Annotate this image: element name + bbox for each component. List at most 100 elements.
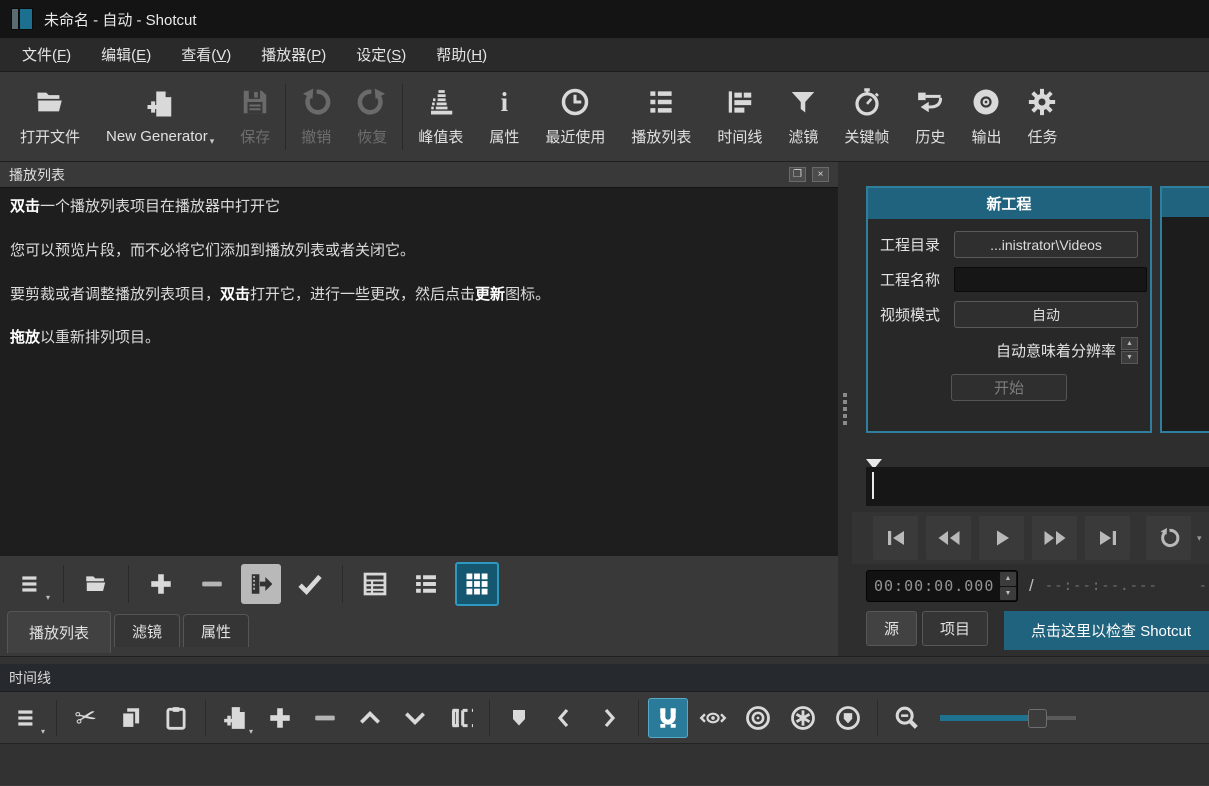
playlist-panel-title: 播放列表 (9, 165, 65, 185)
tab-source[interactable]: 源 (866, 611, 917, 646)
close-panel-icon[interactable]: × (812, 167, 829, 182)
zoom-slider-handle[interactable] (1028, 709, 1047, 728)
snap-button[interactable] (648, 698, 688, 738)
cut-button[interactable]: ✂ (66, 698, 106, 738)
export-button[interactable]: 输出 (958, 77, 1014, 157)
playlist-remove-button[interactable] (190, 563, 234, 605)
undo-button[interactable]: 撤销 (288, 77, 344, 157)
timeline-remove-button[interactable] (305, 698, 345, 738)
undo-label: 撤销 (301, 126, 331, 147)
fast-forward-button[interactable] (1032, 516, 1077, 560)
timeline-panel-header: 时间线 (0, 664, 1209, 691)
menu-item[interactable]: 编辑(E) (86, 39, 166, 70)
grid-view-button[interactable] (455, 562, 499, 606)
menu-item[interactable]: 播放器(P) (246, 39, 341, 70)
playlist-apply-button[interactable] (288, 563, 332, 605)
update-notification-button[interactable]: 点击这里以检查 Shotcut (1004, 611, 1209, 650)
timeline-toggle-button[interactable]: 时间线 (704, 77, 775, 157)
playlist-open-button[interactable] (74, 563, 118, 605)
ripple-markers-button[interactable] (828, 698, 868, 738)
timeline-zoom-slider[interactable] (940, 698, 1076, 738)
paste-button[interactable] (156, 698, 196, 738)
next-marker-button[interactable] (589, 698, 629, 738)
recent-button[interactable]: 最近使用 (532, 77, 618, 157)
menu-item[interactable]: 设定(S) (341, 39, 421, 70)
menu-item[interactable]: 文件(F) (7, 39, 86, 70)
save-button[interactable]: 保存 (227, 77, 283, 157)
menu-item[interactable]: 查看(V) (166, 39, 246, 70)
lift-button[interactable] (350, 698, 390, 738)
video-mode-button[interactable]: 自动 (954, 301, 1138, 328)
new-project-panel: 新工程 工程目录 ...inistrator\Videos 工程名称 视频模式 … (866, 186, 1152, 433)
zoom-out-button[interactable] (887, 698, 927, 738)
spin-down-icon[interactable]: ▼ (1121, 351, 1138, 364)
playlist-update-button[interactable] (241, 564, 281, 604)
menu-item[interactable]: 帮助(H) (421, 39, 502, 70)
marker-button[interactable] (499, 698, 539, 738)
copy-button[interactable] (111, 698, 151, 738)
overwrite-button[interactable] (395, 698, 435, 738)
status-bar (0, 743, 1209, 785)
history-button[interactable]: 历史 (902, 77, 958, 157)
loop-dropdown-caret-icon[interactable]: ▾ (1197, 533, 1202, 544)
project-folder-button[interactable]: ...inistrator\Videos (954, 231, 1138, 258)
timecode-spinbox[interactable]: 00:00:00.000 ▲▼ (866, 570, 1018, 602)
loop-button[interactable] (1146, 516, 1191, 560)
rewind-button[interactable] (926, 516, 971, 560)
tab-filters[interactable]: 滤镜 (114, 614, 180, 647)
previous-marker-button[interactable] (544, 698, 584, 738)
project-name-input[interactable] (954, 267, 1147, 292)
new-generator-button[interactable]: New Generator▾ (93, 77, 227, 157)
tab-playlist[interactable]: 播放列表 (7, 611, 111, 653)
timeline-menu-button[interactable]: ▾ (7, 698, 47, 738)
play-button[interactable] (979, 516, 1024, 560)
scrub-bar[interactable] (866, 467, 1209, 506)
project-folder-label: 工程目录 (880, 234, 946, 255)
append-button[interactable]: ▾ (215, 698, 255, 738)
peak-meter-icon (426, 86, 456, 118)
spin-up-icon[interactable]: ▲ (1121, 337, 1138, 350)
new-project-title: 新工程 (868, 188, 1150, 219)
scrub-area[interactable] (852, 458, 1209, 512)
keyframes-button[interactable]: 关键帧 (831, 77, 902, 157)
dock-gap (0, 656, 1209, 664)
timeline-label: 时间线 (717, 126, 762, 147)
ripple-button[interactable] (738, 698, 778, 738)
skip-previous-button[interactable] (873, 516, 918, 560)
list-view-button[interactable] (404, 563, 448, 605)
timecode-spinner[interactable]: ▲▼ (999, 571, 1017, 601)
current-timecode[interactable]: 00:00:00.000 (867, 577, 999, 595)
panel-splitter[interactable] (838, 162, 852, 656)
tab-properties[interactable]: 属性 (183, 614, 249, 647)
start-button[interactable]: 开始 (951, 374, 1067, 401)
resolution-spinner[interactable]: ▲▼ (1121, 337, 1138, 364)
jobs-button[interactable]: 任务 (1014, 77, 1070, 157)
toolbar-separator (63, 565, 64, 603)
spin-down-icon[interactable]: ▼ (1000, 587, 1016, 601)
timecode-row: 00:00:00.000 ▲▼ / --:--:--.--- - (852, 564, 1209, 608)
main-toolbar: 打开文件 New Generator▾ 保存 撤销 恢复 峰值表 i 属性 (0, 72, 1209, 162)
redo-button[interactable]: 恢复 (344, 77, 400, 157)
tab-project[interactable]: 项目 (922, 611, 988, 646)
playlist-label: 播放列表 (631, 126, 691, 147)
playlist-menu-button[interactable]: ▾ (9, 563, 53, 605)
peak-meter-button[interactable]: 峰值表 (405, 77, 476, 157)
toolbar-separator (56, 700, 57, 736)
scrub-while-dragging-button[interactable] (693, 698, 733, 738)
skip-next-button[interactable] (1085, 516, 1130, 560)
timeline-add-button[interactable] (260, 698, 300, 738)
playlist-panel-header: 播放列表 ❐ × (0, 162, 838, 187)
spin-up-icon[interactable]: ▲ (1000, 572, 1016, 586)
filters-button[interactable]: 滤镜 (775, 77, 831, 157)
playlist-add-button[interactable] (139, 563, 183, 605)
playlist-hint: 要剪裁或者调整播放列表项目，双击打开它，进行一些更改，然后点击更新图标。 (10, 284, 828, 306)
float-panel-icon[interactable]: ❐ (789, 167, 806, 182)
jobs-icon (1027, 86, 1057, 118)
open-file-button[interactable]: 打开文件 (7, 77, 93, 157)
playlist-toggle-button[interactable]: 播放列表 (618, 77, 704, 157)
playlist-icon (646, 86, 676, 118)
details-view-button[interactable] (353, 563, 397, 605)
ripple-all-tracks-button[interactable] (783, 698, 823, 738)
split-button[interactable] (440, 698, 480, 738)
properties-button[interactable]: i 属性 (476, 77, 532, 157)
